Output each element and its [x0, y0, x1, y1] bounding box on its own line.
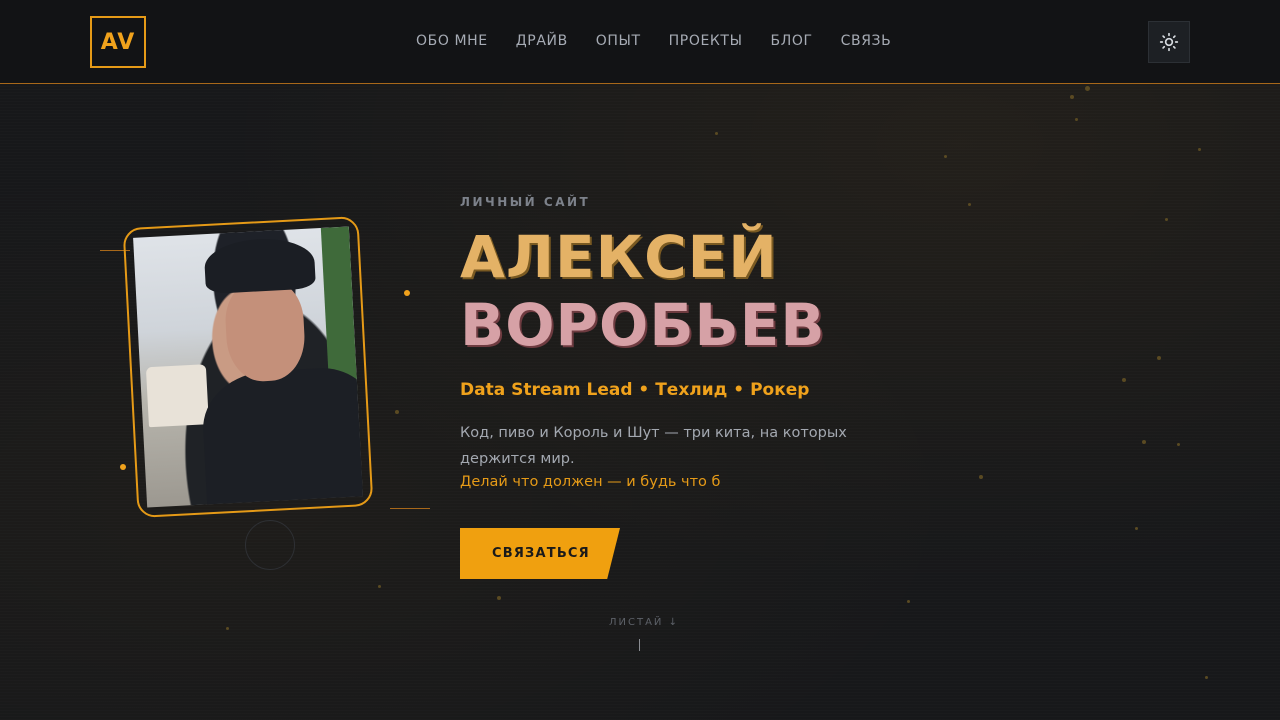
- site-header: AV ОБО МНЕ ДРАЙВ ОПЫТ ПРОЕКТЫ БЛОГ СВЯЗЬ: [0, 0, 1280, 84]
- theme-toggle-button[interactable]: [1148, 21, 1190, 63]
- nav-experience[interactable]: ОПЫТ: [596, 33, 641, 49]
- logo[interactable]: AV: [90, 16, 146, 68]
- nav-projects[interactable]: ПРОЕКТЫ: [669, 33, 743, 49]
- nav-drive[interactable]: ДРАЙВ: [516, 33, 568, 49]
- nav-contact[interactable]: СВЯЗЬ: [841, 33, 892, 49]
- nav-about[interactable]: ОБО МНЕ: [416, 33, 488, 49]
- profile-photo-block: [100, 210, 430, 580]
- hero-description: Код, пиво и Король и Шут — три кита, на …: [460, 425, 847, 467]
- hero-last-name: ВОРОБЬЕВ: [460, 291, 826, 359]
- scroll-indicator: [639, 639, 640, 651]
- main-nav: ОБО МНЕ ДРАЙВ ОПЫТ ПРОЕКТЫ БЛОГ СВЯЗЬ: [416, 33, 891, 49]
- decor-dot: [120, 464, 126, 470]
- decor-dot: [404, 290, 410, 296]
- hero-motto: Делай что должен — и будь что б: [460, 474, 721, 490]
- eyebrow-label: ЛИЧНЫЙ САЙТ: [460, 195, 591, 209]
- hero-first-name: АЛЕКСЕЙ: [460, 223, 778, 291]
- decor-ring: [245, 520, 295, 570]
- contact-button[interactable]: СВЯЗАТЬСЯ: [460, 528, 620, 579]
- hero-role: Data Stream Lead • Техлид • Рокер: [460, 380, 810, 400]
- sun-icon: [1159, 32, 1179, 52]
- nav-blog[interactable]: БЛОГ: [771, 33, 813, 49]
- scroll-hint[interactable]: ЛИСТАЙ ↓: [609, 617, 679, 628]
- decor-line: [390, 508, 430, 509]
- profile-photo: [133, 226, 363, 508]
